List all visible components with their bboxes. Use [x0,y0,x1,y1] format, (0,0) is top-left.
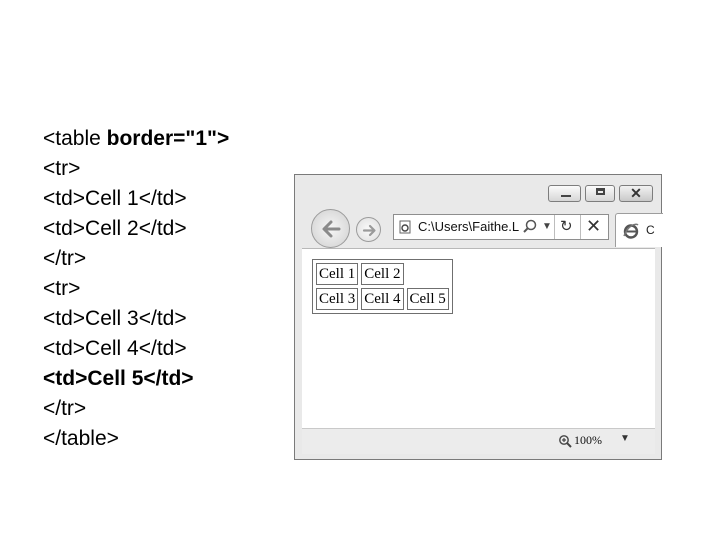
stop-icon[interactable]: ✕ [586,216,601,236]
demo-table: Cell 1 Cell 2 Cell 3 Cell 4 Cell 5 [312,259,453,314]
code-line-3: <td>Cell 1</td> [43,187,187,210]
close-button[interactable]: ✕ [619,185,653,202]
browser-tab[interactable]: C [615,213,663,247]
navigation-bar: C:\Users\Faithe.L ▼ ↻ ✕ C [295,209,663,248]
address-bar[interactable]: C:\Users\Faithe.L ▼ ↻ ✕ [393,214,609,240]
html-code-listing: <table border="1"> <tr> <td>Cell 1</td> … [43,124,229,454]
table-row: Cell 3 Cell 4 Cell 5 [316,288,449,310]
table-cell: Cell 4 [361,288,404,310]
ie-icon [623,223,639,239]
address-divider [580,215,581,239]
dropdown-icon[interactable]: ▼ [542,218,552,236]
search-icon[interactable] [522,218,538,236]
page-content: Cell 1 Cell 2 Cell 3 Cell 4 Cell 5 [302,248,655,428]
back-button[interactable] [311,209,350,248]
page-icon [399,220,411,234]
code-line-8: <td>Cell 4</td> [43,337,187,360]
forward-button[interactable] [356,217,381,242]
code-line-1: <table border="1"> [43,127,230,150]
table-cell: Cell 2 [361,263,404,285]
address-url[interactable]: C:\Users\Faithe.L [418,219,519,235]
table-cell: Cell 1 [316,263,359,285]
address-divider [554,215,555,239]
forward-arrow-icon [362,224,376,237]
table-row: Cell 1 Cell 2 [316,263,449,285]
maximize-button[interactable] [585,185,615,202]
status-bar: 100% ▼ [302,428,655,454]
minimize-button[interactable] [548,185,581,202]
zoom-level[interactable]: 100% [574,433,602,448]
tab-label: C [646,223,655,237]
browser-window: ✕ C:\Users\Faithe.L ▼ ↻ ✕ C Cell 1 Cell … [294,174,663,460]
code-line-10: </tr> [43,397,87,420]
code-line-9: <td>Cell 5</td> [43,367,194,390]
code-line-5: </tr> [43,247,87,270]
title-bar: ✕ [295,175,661,209]
table-cell: Cell 3 [316,288,359,310]
zoom-icon[interactable] [558,434,572,448]
code-line-11: </table> [43,427,119,450]
code-line-7: <td>Cell 3</td> [43,307,187,330]
table-cell: Cell 5 [406,288,449,310]
refresh-icon[interactable]: ↻ [560,218,573,236]
code-line-2: <tr> [43,157,81,180]
code-line-4: <td>Cell 2</td> [43,217,187,240]
back-arrow-icon [322,220,341,238]
zoom-dropdown-icon[interactable]: ▼ [620,433,630,444]
close-icon: ✕ [630,185,642,201]
code-line-6: <tr> [43,277,81,300]
